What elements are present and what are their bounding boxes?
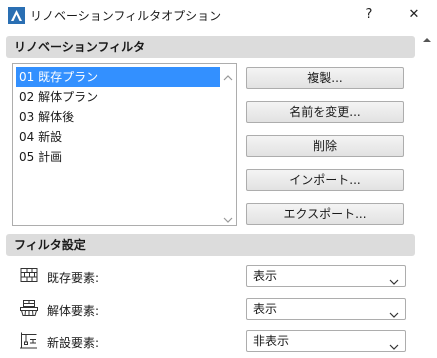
filter-list[interactable]: 01 既存プラン 02 解体プラン 03 解体後 04 新設 05 計画 [12,63,237,226]
new-elements-value: 非表示 [253,334,290,348]
demolish-icon [18,298,40,318]
existing-elements-label: 既存要素: [47,271,100,285]
import-button[interactable]: インポート... [246,169,404,191]
archicad-app-icon [8,7,25,24]
list-item-filter-04[interactable]: 04 新設 [16,127,220,147]
scroll-up-icon[interactable] [420,34,434,44]
demolished-elements-label: 解体要素: [47,304,100,318]
title-bar: リノベーションフィルタオプション ? ✕ [0,0,437,31]
export-button[interactable]: エクスポート... [246,203,404,225]
new-elements-dropdown[interactable]: 非表示 [246,330,406,352]
rename-button[interactable]: 名前を変更... [246,101,404,123]
demolished-elements-dropdown[interactable]: 表示 [246,298,406,320]
existing-elements-value: 表示 [253,269,278,283]
list-item-filter-05[interactable]: 05 計画 [16,147,220,167]
close-button[interactable]: ✕ [401,3,427,27]
section-header-filter-settings[interactable]: フィルタ設定 [6,234,415,256]
list-item-filter-01[interactable]: 01 既存プラン [16,67,220,87]
demolished-elements-value: 表示 [253,302,278,316]
existing-wall-icon [18,265,40,285]
chevron-down-icon [389,305,399,318]
section-header-renovation-filter[interactable]: リノベーションフィルタ [6,36,415,58]
new-elements-label: 新設要素: [47,336,100,350]
chevron-down-icon [389,272,399,285]
delete-button[interactable]: 削除 [246,135,404,157]
list-item-filter-03[interactable]: 03 解体後 [16,107,220,127]
new-construction-icon [18,330,40,350]
existing-elements-dropdown[interactable]: 表示 [246,265,406,287]
duplicate-button[interactable]: 複製... [246,67,404,89]
help-button[interactable]: ? [356,3,382,27]
list-scroll-up-icon[interactable] [223,71,233,81]
window-title: リノベーションフィルタオプション [30,9,222,23]
chevron-down-icon [389,337,399,350]
list-scroll-down-icon[interactable] [223,213,233,223]
list-item-filter-02[interactable]: 02 解体プラン [16,87,220,107]
